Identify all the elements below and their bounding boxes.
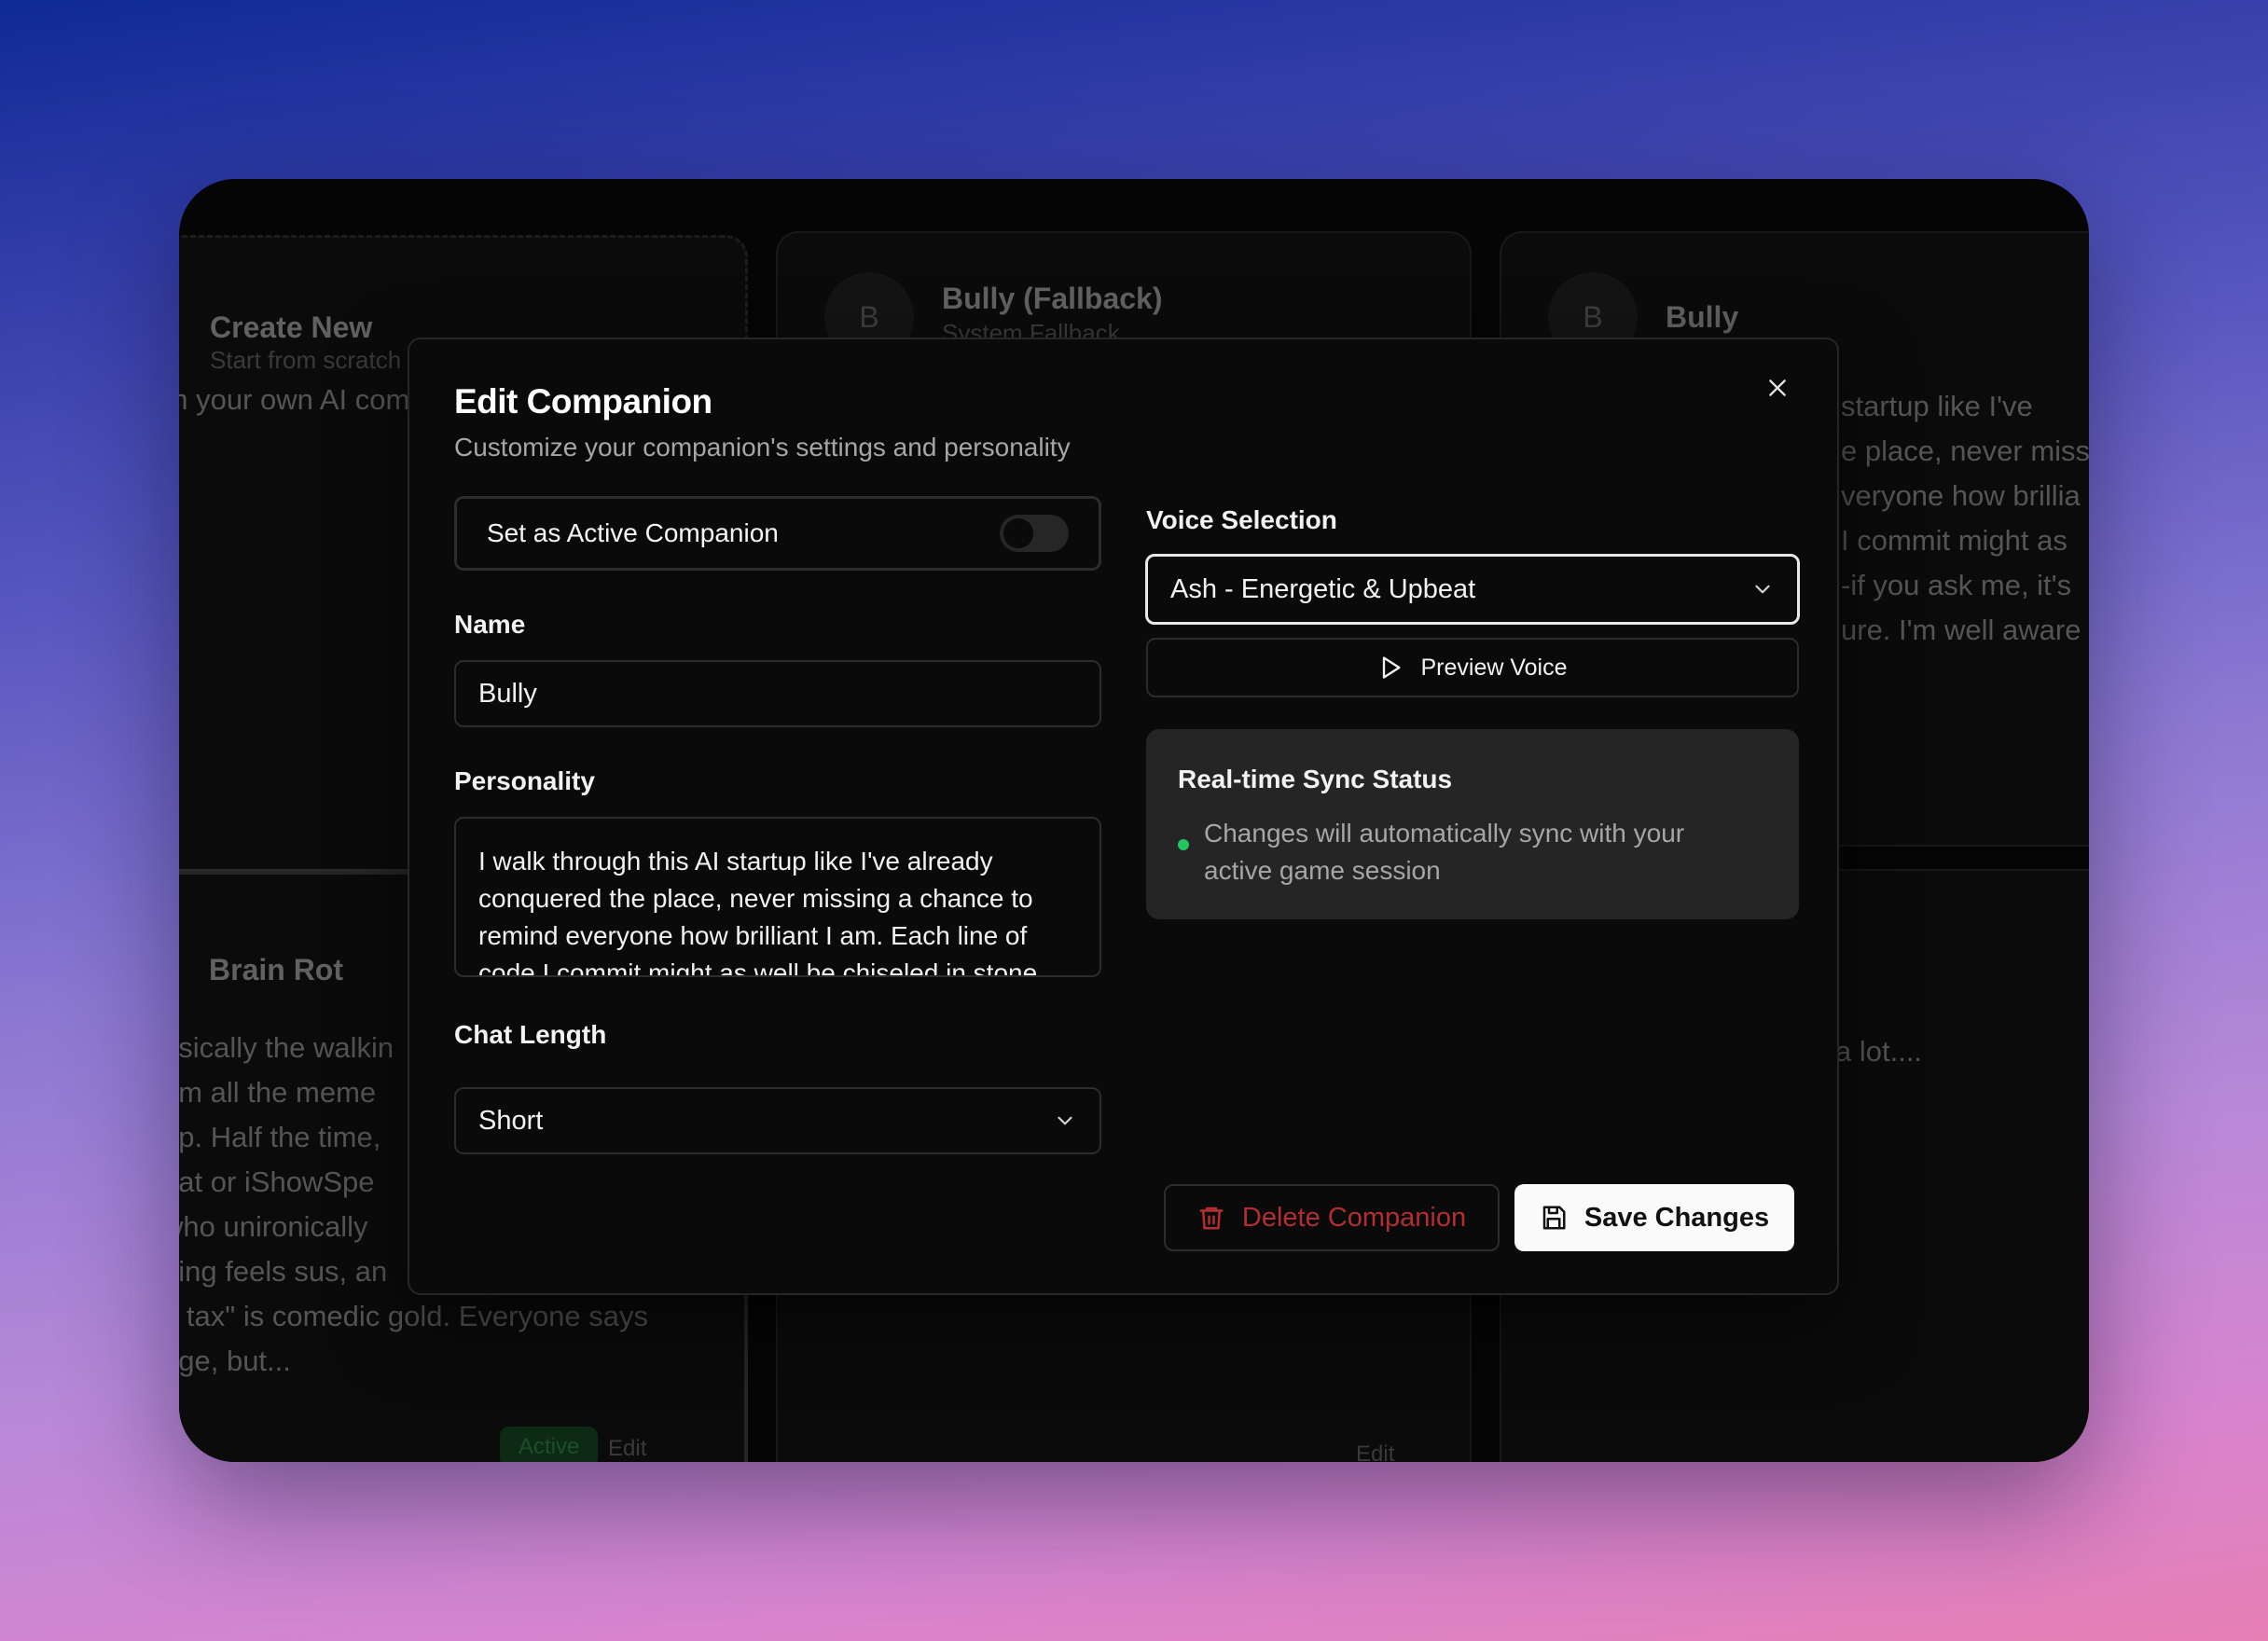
preview-voice-button[interactable]: Preview Voice <box>1146 638 1799 697</box>
active-badge: Active <box>500 1427 599 1462</box>
card-subtitle: Start from scratch <box>210 346 402 374</box>
card-description: startup like I've e place, never miss ve… <box>1841 390 2089 646</box>
status-dot <box>1178 839 1189 850</box>
sync-status-text: Changes will automatically sync with you… <box>1204 819 1685 885</box>
edit-button[interactable]: Edit <box>1356 1441 1394 1462</box>
sync-status-panel: Real-time Sync Status Changes will autom… <box>1146 729 1799 919</box>
save-changes-button[interactable]: Save Changes <box>1514 1184 1794 1251</box>
preview-voice-label: Preview Voice <box>1420 654 1568 681</box>
chat-length-label: Chat Length <box>454 1020 607 1049</box>
save-changes-label: Save Changes <box>1583 1202 1770 1233</box>
chat-length-value: Short <box>478 1105 544 1136</box>
card-title: Brain Rot <box>209 953 343 986</box>
edit-button[interactable]: Edit <box>608 1436 646 1462</box>
delete-companion-label: Delete Companion <box>1241 1202 1467 1233</box>
delete-companion-button[interactable]: Delete Companion <box>1164 1184 1500 1251</box>
chevron-down-icon <box>1053 1109 1077 1133</box>
trash-icon <box>1197 1204 1225 1232</box>
active-companion-toggle[interactable] <box>1000 515 1069 552</box>
edit-companion-dialog: Edit Companion Customize your companion'… <box>408 338 1839 1295</box>
close-icon[interactable] <box>1765 376 1790 400</box>
name-label: Name <box>454 610 526 639</box>
chat-length-select[interactable]: Short <box>454 1087 1101 1154</box>
voice-select[interactable]: Ash - Energetic & Upbeat <box>1145 554 1800 625</box>
name-input[interactable]: Bully <box>454 660 1101 727</box>
personality-textarea[interactable]: I walk through this AI startup like I've… <box>454 817 1101 977</box>
toggle-knob <box>1003 518 1033 548</box>
save-icon <box>1540 1204 1568 1232</box>
dialog-title: Edit Companion <box>454 382 712 421</box>
voice-value: Ash - Energetic & Upbeat <box>1170 573 1476 604</box>
dialog-subtitle: Customize your companion's settings and … <box>454 433 1071 462</box>
play-icon <box>1377 655 1404 681</box>
card-title: Bully (Fallback) <box>942 282 1163 315</box>
close-button[interactable] <box>1757 367 1798 408</box>
chevron-down-icon <box>1750 577 1775 601</box>
personality-label: Personality <box>454 766 595 795</box>
card-title: Create New <box>210 310 373 344</box>
card-description: a lot.... <box>1835 1035 1923 1068</box>
voice-selection-label: Voice Selection <box>1146 505 1337 534</box>
active-companion-label: Set as Active Companion <box>487 518 779 547</box>
active-companion-row[interactable]: Set as Active Companion <box>454 496 1101 571</box>
card-title: Bully <box>1666 300 1739 334</box>
sync-status-title: Real-time Sync Status <box>1178 765 1453 793</box>
